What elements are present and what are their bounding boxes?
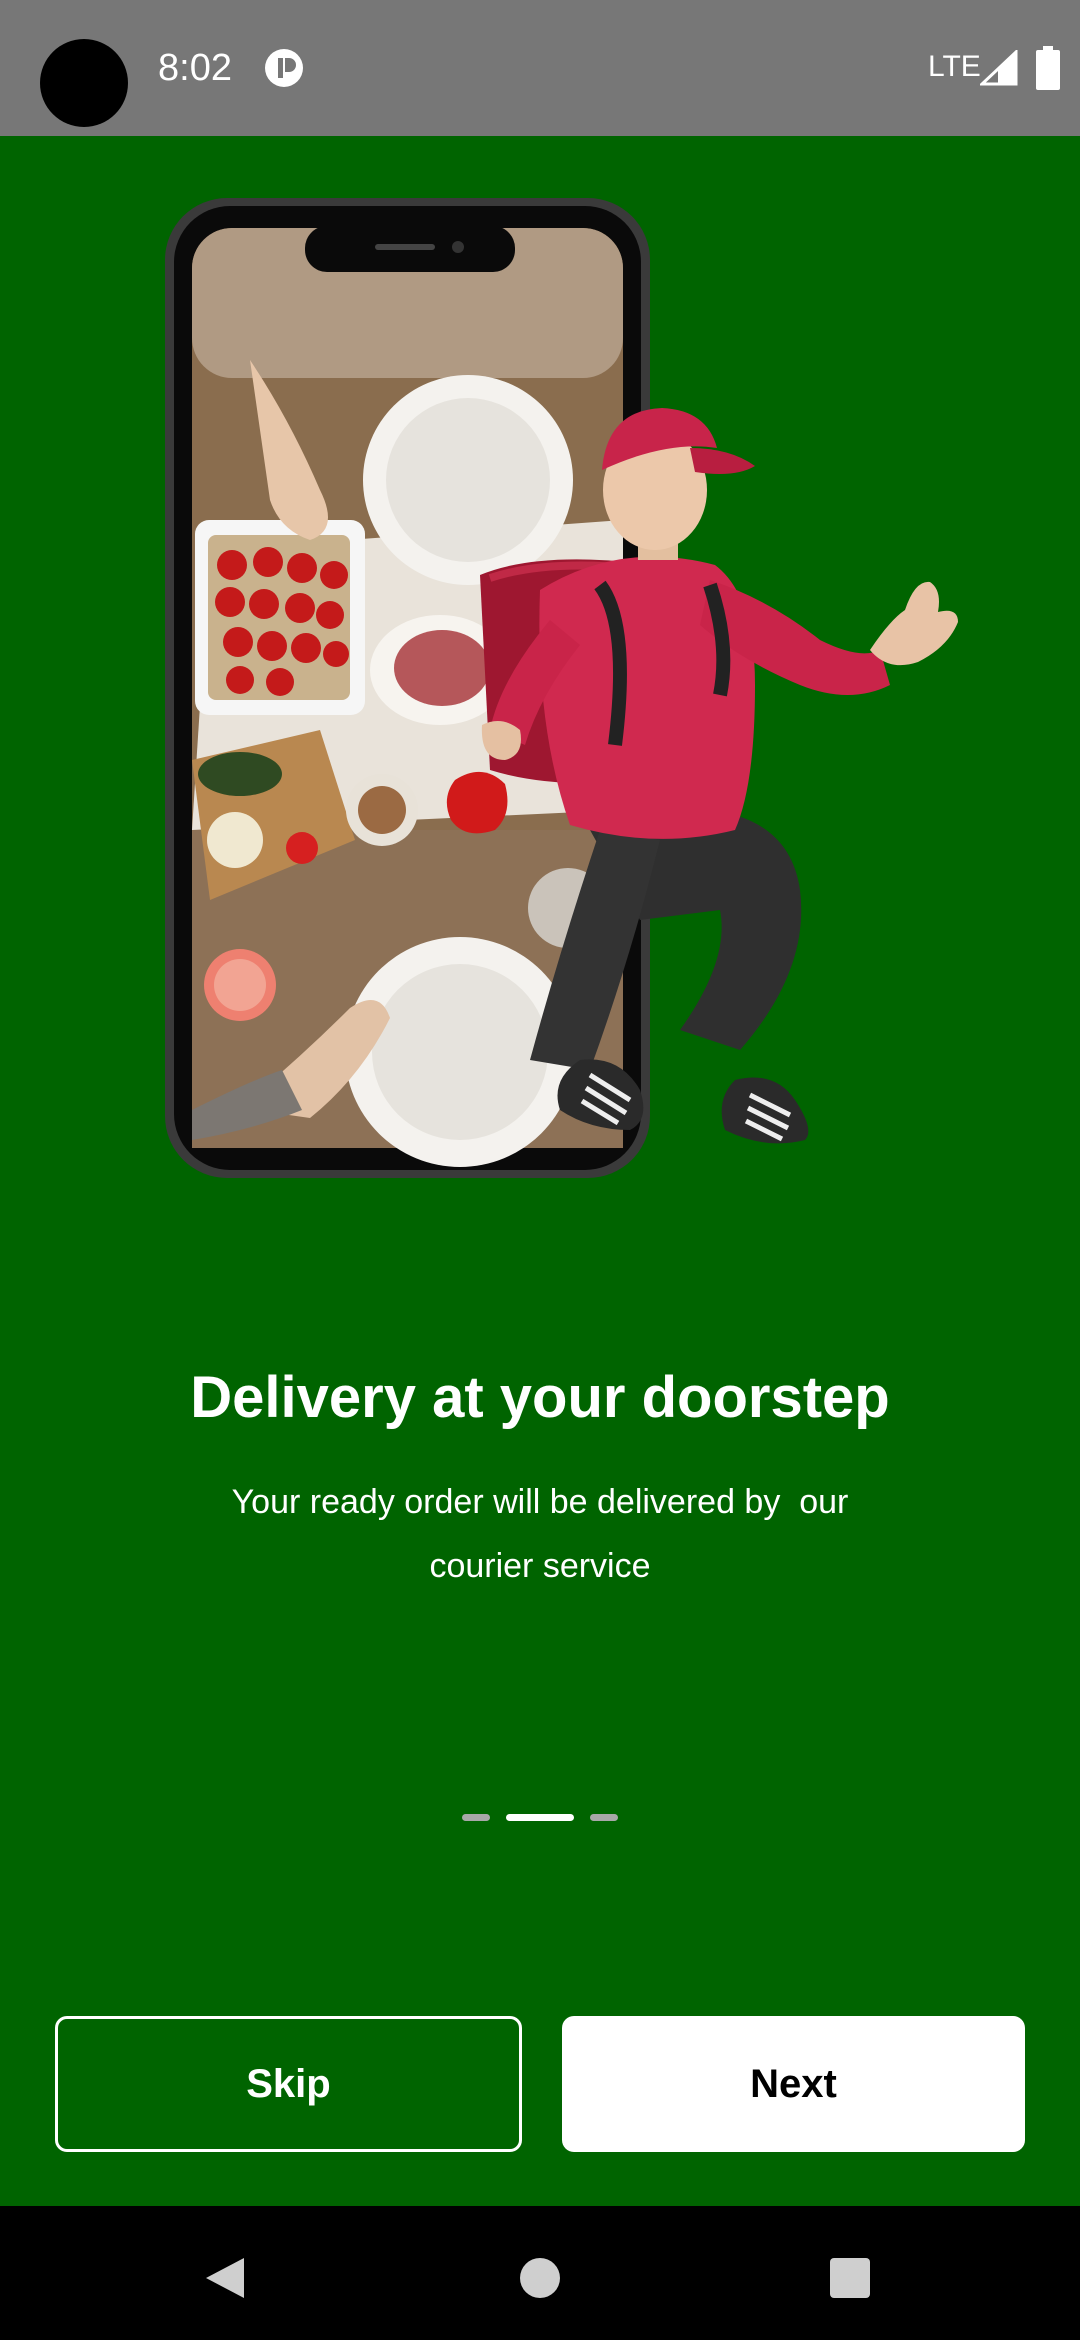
- back-icon[interactable]: [204, 2256, 246, 2300]
- status-bar: 8:02 LTE: [0, 0, 1080, 136]
- page-dot-2-active[interactable]: [506, 1814, 574, 1821]
- skip-button[interactable]: Skip: [55, 2016, 522, 2152]
- battery-icon: [1036, 46, 1060, 90]
- home-icon[interactable]: [520, 2258, 560, 2298]
- status-time: 8:02: [158, 47, 232, 89]
- onboarding-subtitle: Your ready order will be delivered by ou…: [231, 1483, 858, 1585]
- recent-apps-icon[interactable]: [830, 2258, 870, 2298]
- onboarding-title: Delivery at your doorstep: [190, 1365, 890, 1430]
- navigation-bar: [0, 2206, 1080, 2340]
- camera-cutout: [40, 39, 128, 127]
- signal-icon: [980, 50, 1018, 86]
- app-notification-icon: [265, 49, 303, 87]
- courier-illustration: [165, 198, 958, 1178]
- page-dot-3[interactable]: [590, 1814, 618, 1821]
- network-type: LTE: [928, 50, 981, 83]
- page-indicator: [0, 1814, 1080, 1824]
- next-button[interactable]: Next: [562, 2016, 1025, 2152]
- page-dot-1[interactable]: [462, 1814, 490, 1821]
